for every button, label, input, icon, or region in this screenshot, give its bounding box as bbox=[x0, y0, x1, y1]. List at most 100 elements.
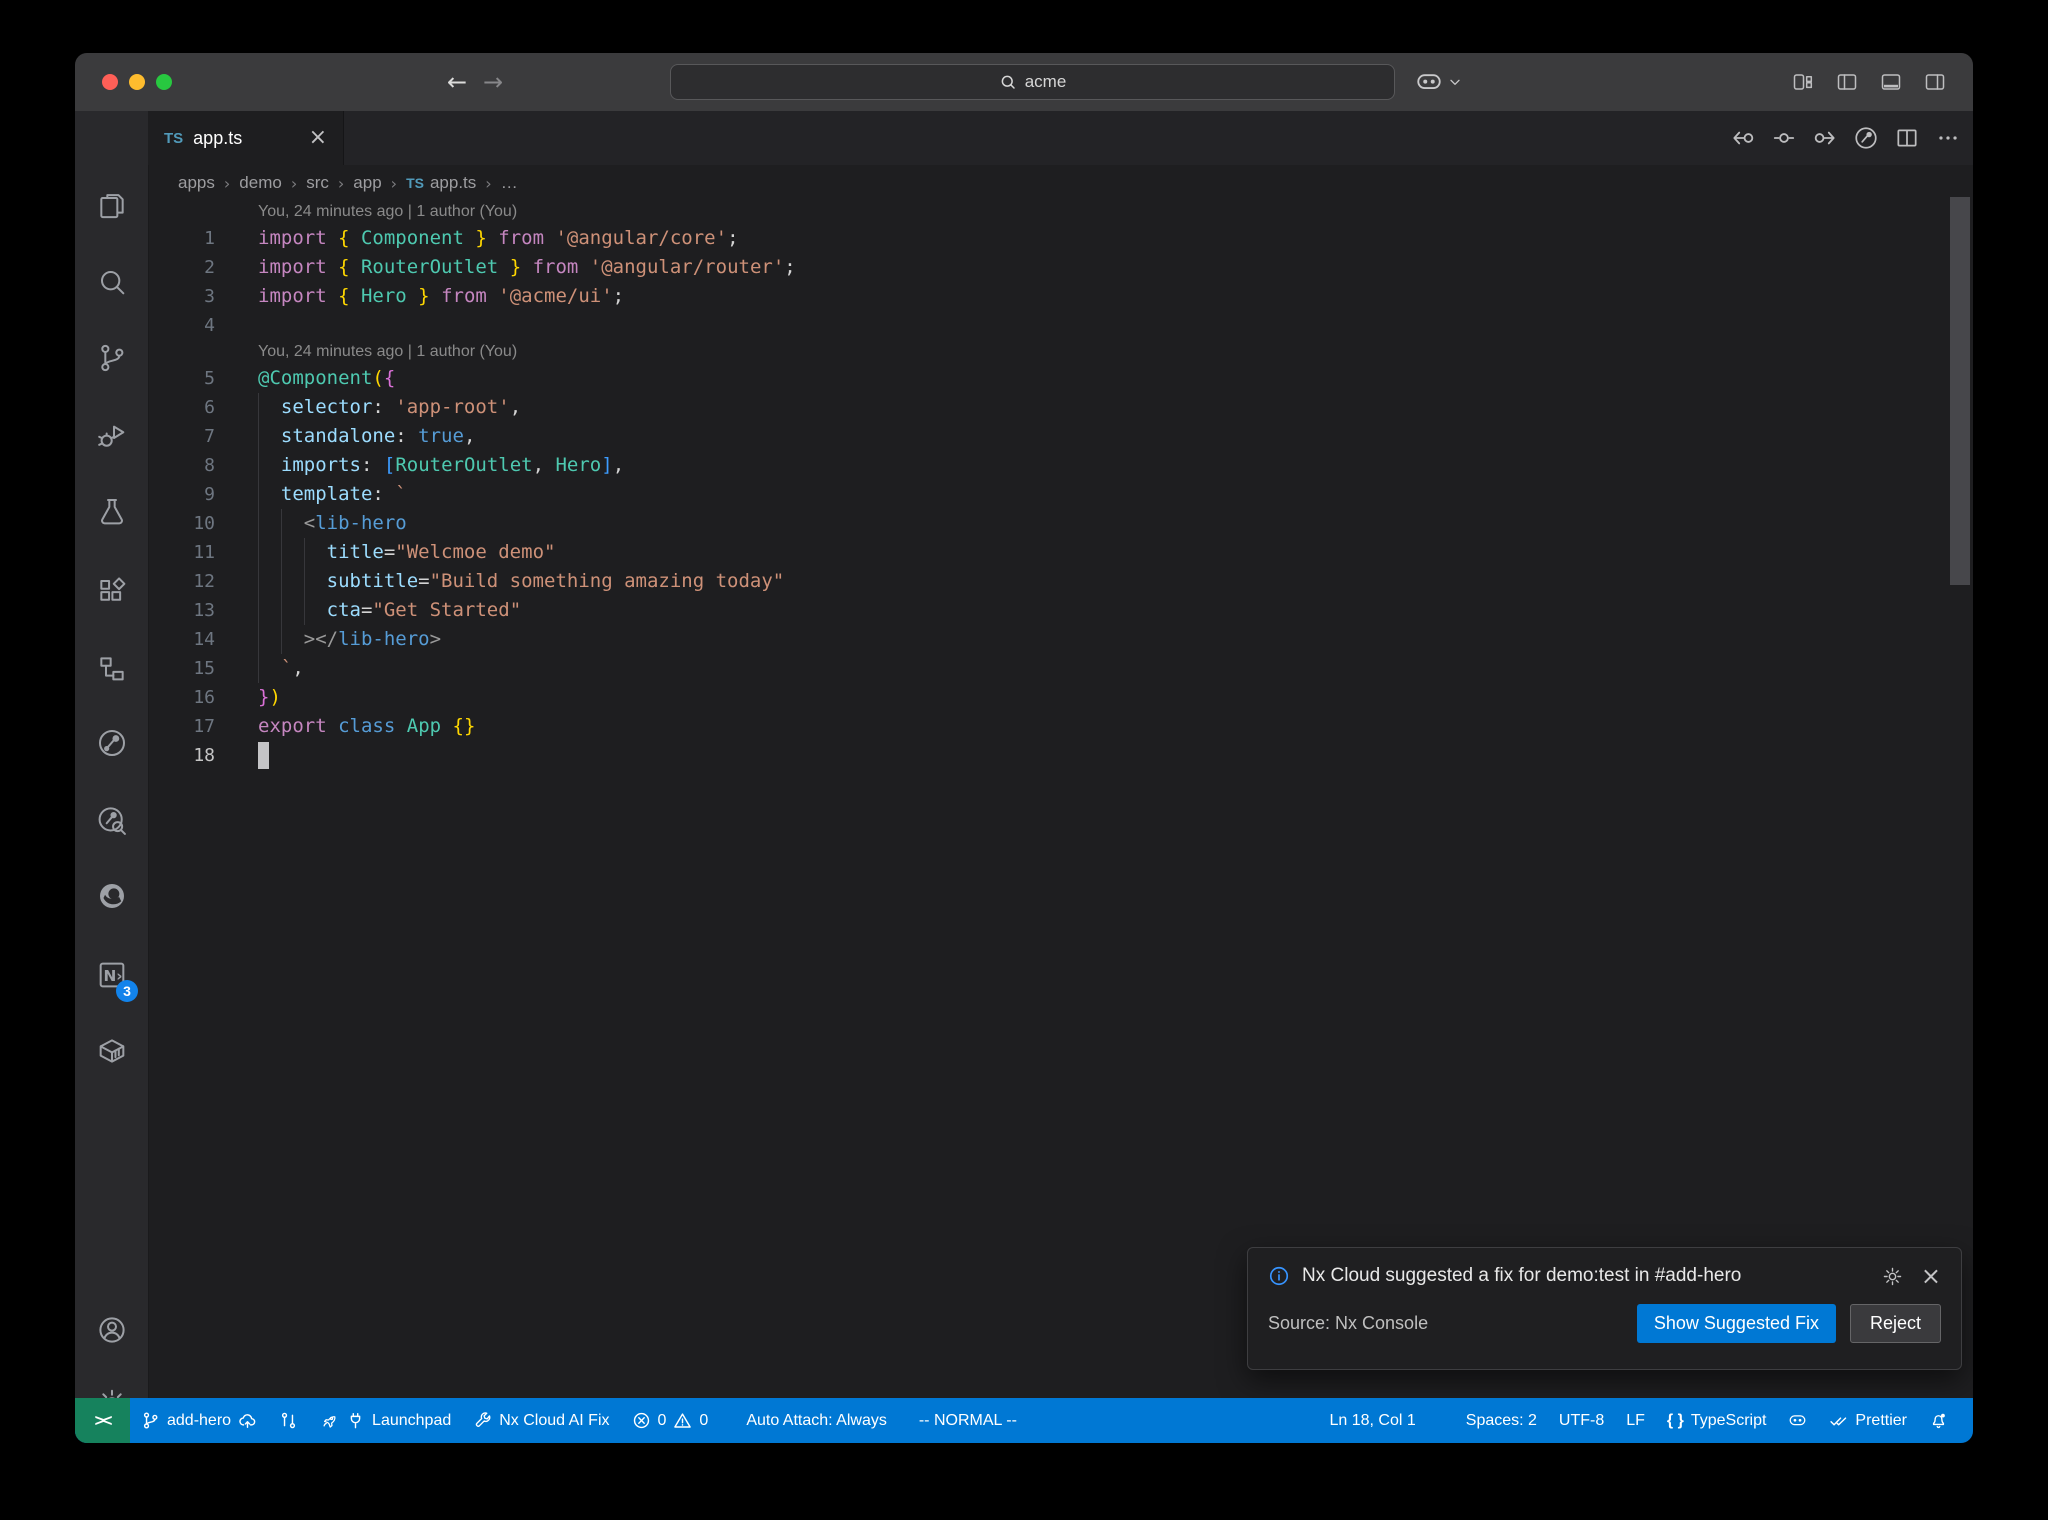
statusbar-notifications[interactable] bbox=[1918, 1398, 1959, 1443]
indent-guide bbox=[280, 625, 282, 654]
statusbar-language[interactable]: { } TypeScript bbox=[1656, 1398, 1778, 1443]
tab-app-ts[interactable]: TS app.ts × bbox=[148, 111, 344, 165]
zoom-window-button[interactable] bbox=[156, 74, 172, 90]
more-actions-icon[interactable] bbox=[1935, 125, 1961, 151]
notification-close-icon[interactable]: × bbox=[1921, 1264, 1941, 1288]
notification-title: Nx Cloud suggested a fix for demo:test i… bbox=[1302, 1265, 1742, 1286]
line-number: 8 bbox=[204, 455, 215, 476]
breadcrumb-item-src[interactable]: src bbox=[306, 173, 329, 193]
statusbar-git-branch[interactable]: add-hero bbox=[130, 1398, 268, 1443]
statusbar-vim-mode[interactable]: -- NORMAL -- bbox=[908, 1398, 1028, 1443]
code-editor[interactable]: You, 24 minutes ago | 1 author (You) 1 imp… bbox=[148, 200, 1948, 770]
breadcrumb-separator: › bbox=[290, 173, 298, 193]
nav-forward-icon[interactable] bbox=[1812, 125, 1838, 151]
activity-testing[interactable] bbox=[75, 483, 148, 541]
activity-hierarchy[interactable] bbox=[75, 640, 148, 698]
toggle-panel-icon[interactable] bbox=[1879, 70, 1903, 94]
token-b1: } bbox=[463, 227, 499, 249]
statusbar-formatter[interactable]: Prettier bbox=[1818, 1398, 1918, 1443]
activity-nx-search[interactable] bbox=[75, 792, 148, 850]
minimize-window-button[interactable] bbox=[129, 74, 145, 90]
remote-indicator[interactable]: >< bbox=[75, 1398, 130, 1443]
line-number: 10 bbox=[193, 513, 215, 534]
indent-guide bbox=[303, 567, 305, 596]
token-punct: ; bbox=[727, 227, 739, 249]
activity-accounts[interactable] bbox=[75, 1301, 148, 1359]
copilot-menu-button[interactable] bbox=[1415, 53, 1463, 111]
codelens-blame[interactable]: You, 24 minutes ago | 1 author (You) bbox=[148, 200, 1948, 224]
history-back-button[interactable]: ← bbox=[447, 53, 467, 111]
notification-settings-icon[interactable] bbox=[1882, 1266, 1903, 1287]
token-str: "Get Started" bbox=[372, 599, 522, 621]
editor-scrollbar[interactable] bbox=[1950, 197, 1970, 585]
statusbar-auto-attach[interactable]: Auto Attach: Always bbox=[735, 1398, 898, 1443]
token-prop: template bbox=[280, 483, 373, 505]
git-compare-icon bbox=[279, 1411, 298, 1430]
toggle-primary-sidebar-icon[interactable] bbox=[1835, 70, 1859, 94]
statusbar-encoding[interactable]: UTF-8 bbox=[1548, 1398, 1615, 1443]
token-b1: { bbox=[326, 285, 361, 307]
token-type: Hero bbox=[360, 285, 407, 307]
close-tab-icon[interactable]: × bbox=[309, 127, 327, 149]
token-punct bbox=[578, 256, 589, 278]
token-kwb: class bbox=[338, 715, 396, 737]
activity-explorer[interactable] bbox=[75, 177, 148, 235]
statusbar-nx-cloud-ai-fix[interactable]: Nx Cloud AI Fix bbox=[462, 1398, 620, 1443]
statusbar-indentation[interactable]: Spaces: 2 bbox=[1455, 1398, 1548, 1443]
nav-back-icon[interactable] bbox=[1730, 125, 1756, 151]
activity-run-and-debug[interactable] bbox=[75, 407, 148, 465]
breadcrumb-item-app[interactable]: app bbox=[353, 173, 381, 193]
token-punct bbox=[327, 715, 338, 737]
activity-search[interactable] bbox=[75, 253, 148, 311]
token-prop: imports bbox=[280, 454, 361, 476]
editor-actions bbox=[1730, 111, 1961, 165]
breadcrumb-item-appts[interactable]: TS app.ts bbox=[406, 173, 476, 193]
token-b2: { bbox=[383, 367, 396, 389]
customize-layout-icon[interactable] bbox=[1791, 70, 1815, 94]
breadcrumb-item-apps[interactable]: apps bbox=[178, 173, 215, 193]
statusbar-git-compare[interactable] bbox=[268, 1398, 309, 1443]
statusbar-label: Launchpad bbox=[372, 1411, 452, 1429]
nav-dash-icon[interactable] bbox=[1771, 125, 1797, 151]
activity-edge-tools[interactable] bbox=[75, 867, 148, 925]
statusbar-cursor-position[interactable]: Ln 18, Col 1 bbox=[1318, 1398, 1426, 1443]
codelens-blame[interactable]: You, 24 minutes ago | 1 author (You) bbox=[148, 340, 1948, 364]
code-line-17: 17 export class App {} bbox=[148, 712, 1948, 741]
token-punct bbox=[258, 396, 281, 418]
statusbar-eol[interactable]: LF bbox=[1615, 1398, 1656, 1443]
activity-extensions[interactable] bbox=[75, 562, 148, 620]
activity-nx-project-graph[interactable] bbox=[75, 714, 148, 772]
line-number: 2 bbox=[204, 257, 215, 278]
split-editor-icon[interactable] bbox=[1894, 125, 1920, 151]
run-target-icon[interactable] bbox=[1853, 125, 1879, 151]
show-suggested-fix-button[interactable]: Show Suggested Fix bbox=[1636, 1304, 1836, 1343]
close-window-button[interactable] bbox=[102, 74, 118, 90]
line-number: 16 bbox=[193, 687, 215, 708]
breadcrumb-separator: › bbox=[390, 173, 398, 193]
history-forward-button[interactable]: → bbox=[483, 53, 503, 111]
reject-button[interactable]: Reject bbox=[1849, 1304, 1941, 1343]
token-str: '@angular/core' bbox=[555, 227, 728, 249]
breadcrumb-item-[interactable]: … bbox=[501, 173, 518, 193]
statusbar-label: -- NORMAL -- bbox=[918, 1411, 1017, 1429]
line-number: 3 bbox=[204, 286, 215, 307]
toggle-secondary-sidebar-icon[interactable] bbox=[1923, 70, 1947, 94]
code-line-2: 2 import { RouterOutlet } from '@angular/… bbox=[148, 253, 1948, 282]
notification-toast: Nx Cloud suggested a fix for demo:test i… bbox=[1247, 1247, 1962, 1370]
code-line-5: 5 @Component({ bbox=[148, 364, 1948, 393]
statusbar-copilot[interactable] bbox=[1777, 1398, 1818, 1443]
breadcrumb-item-demo[interactable]: demo bbox=[239, 173, 282, 193]
indent-guide bbox=[258, 596, 259, 625]
statusbar-launchpad[interactable]: Launchpad bbox=[309, 1398, 462, 1443]
activity-containers[interactable] bbox=[75, 1022, 148, 1080]
line-number: 14 bbox=[193, 629, 215, 650]
code-line-1: 1 import { Component } from '@angular/cor… bbox=[148, 224, 1948, 253]
token-b1: { bbox=[326, 227, 361, 249]
command-center-search[interactable]: acme bbox=[670, 64, 1395, 100]
statusbar-problems[interactable]: 00 bbox=[621, 1398, 720, 1443]
code-line-3: 3 import { Hero } from '@acme/ui'; bbox=[148, 282, 1948, 311]
token-b1: {} bbox=[452, 715, 476, 737]
activity-nx-console[interactable]: N› 3 bbox=[75, 946, 148, 1004]
token-tagp: > bbox=[429, 628, 442, 650]
activity-source-control[interactable] bbox=[75, 329, 148, 387]
